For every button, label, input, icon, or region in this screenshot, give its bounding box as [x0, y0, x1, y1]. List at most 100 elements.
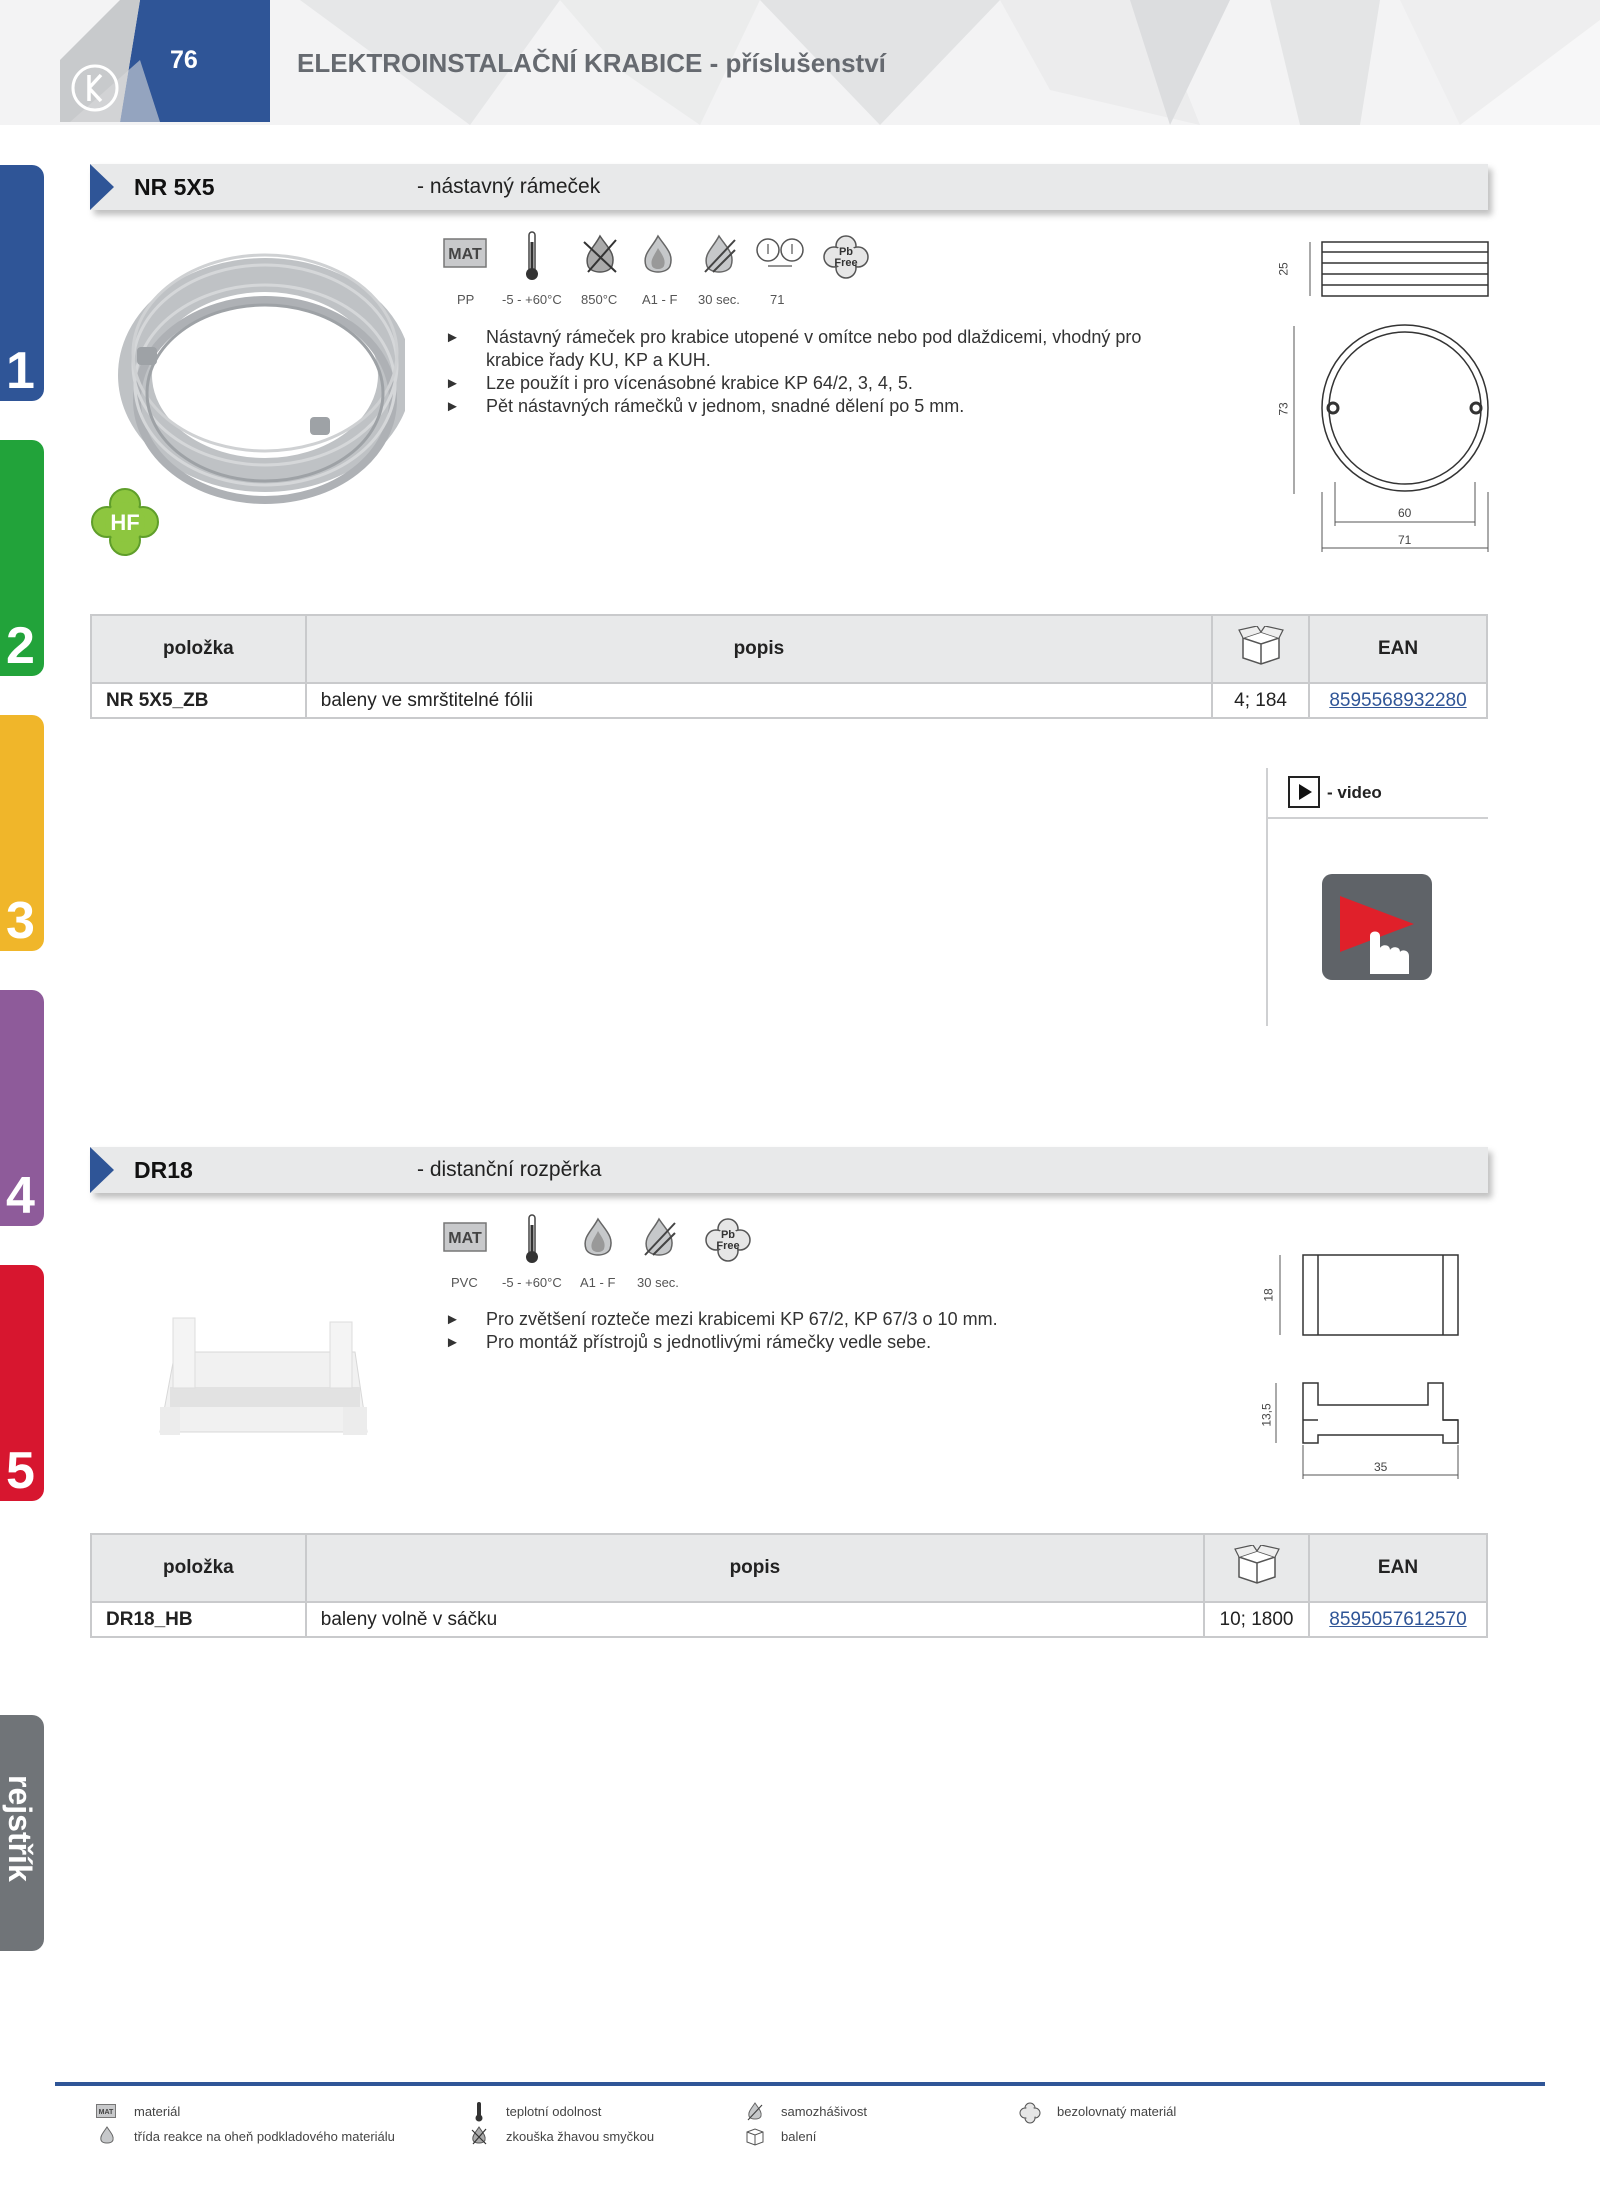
free-label: Free [716, 1240, 739, 1252]
item-code-cell: NR 5X5_ZB [90, 682, 307, 719]
side-tab-label: 4 [6, 1167, 35, 1225]
dimension-label: 13,5 [1259, 1403, 1274, 1427]
arrow-icon [90, 164, 114, 210]
material-icon: MAT [443, 1222, 487, 1252]
side-tab-5[interactable]: 5 [0, 1265, 44, 1501]
mat-label: MAT [99, 2109, 114, 2116]
brand-logo-icon [71, 64, 119, 112]
dimension-label: 73 [1276, 402, 1291, 416]
table-row: DR18_HB baleny volně v sáčku 10; 1800 85… [90, 1601, 1489, 1638]
ean-link[interactable]: 8595568932280 [1308, 682, 1488, 719]
icon-label-extinguish: 30 sec. [698, 292, 740, 307]
footer-divider [55, 2082, 1545, 2086]
material-icon: MAT [96, 2104, 116, 2118]
product-subtitle: - nástavný rámeček [417, 175, 601, 198]
side-tab-1[interactable]: 1 [0, 165, 44, 401]
legend-item: balení [781, 2129, 817, 2144]
glow-wire-icon [471, 2126, 487, 2145]
dimension-label: 25 [1276, 262, 1291, 276]
column-header-package [1203, 1533, 1310, 1603]
material-icon: MAT [443, 238, 487, 268]
self-extinguishing-icon [644, 1217, 676, 1256]
icon-label-extinguish: 30 sec. [637, 1275, 679, 1290]
side-tab-label: 2 [6, 617, 35, 675]
side-tab-3[interactable]: 3 [0, 715, 44, 951]
side-tab-4[interactable]: 4 [0, 990, 44, 1226]
self-extinguishing-icon [747, 2102, 763, 2121]
icon-label-fire-class: A1 - F [642, 292, 678, 307]
column-header-description: popis [304, 1533, 1206, 1603]
icon-label-fire-class: A1 - F [580, 1275, 616, 1290]
package-cell: 10; 1800 [1203, 1601, 1310, 1638]
page-number: 76 [170, 46, 198, 74]
product-code: NR 5X5 [134, 174, 215, 200]
legend-item: materiál [134, 2104, 181, 2119]
column-header-item: položka [90, 614, 307, 684]
icon-label-temperature: -5 - +60°C [502, 292, 562, 307]
legend-item: samozhášivost [781, 2104, 867, 2119]
column-header-description: popis [304, 614, 1214, 684]
icon-label-glow-wire: 850°C [581, 292, 618, 307]
mat-label: MAT [448, 246, 482, 263]
product-header-dr18: DR18 - distanční rozpěrka [90, 1147, 1488, 1193]
fire-reaction-icon [584, 1217, 612, 1256]
product-code: DR18 [134, 1157, 193, 1183]
lead-free-icon: Pb Free [823, 235, 869, 279]
description-cell: baleny volně v sáčku [304, 1601, 1206, 1638]
side-tab-label: 5 [6, 1442, 35, 1500]
legend-item: teplotní odolnost [506, 2104, 602, 2119]
mat-label: MAT [448, 1230, 482, 1247]
side-tab-label: 3 [6, 892, 35, 950]
icon-label-diameter: 71 [770, 292, 785, 307]
column-header-ean: EAN [1308, 614, 1488, 684]
package-box-icon [1233, 1544, 1280, 1584]
product-table-nr5x5: položka popis EAN NR 5X5_ZB baleny ve sm… [90, 614, 1488, 719]
fire-reaction-icon [100, 2126, 114, 2144]
column-header-item: položka [90, 1533, 307, 1603]
video-button-icon[interactable] [1322, 874, 1432, 980]
item-code-cell: DR18_HB [90, 1601, 307, 1638]
halogen-free-badge-icon: HF [91, 488, 159, 556]
column-header-ean: EAN [1307, 1533, 1489, 1603]
video-label[interactable]: - video [1327, 783, 1382, 803]
technical-drawing-nr5x5 [1293, 241, 1489, 552]
page-title: ELEKTROINSTALAČNÍ KRABICE - příslušenstv… [297, 48, 886, 78]
fire-reaction-icon [644, 234, 672, 273]
dimension-label: 35 [1374, 1460, 1388, 1474]
lead-free-icon [1019, 2102, 1041, 2124]
table-row: NR 5X5_ZB baleny ve smrštitelné fólii 4;… [90, 682, 1488, 719]
glow-wire-icon [583, 234, 617, 273]
ean-link[interactable]: 8595057612570 [1307, 1601, 1489, 1638]
lead-free-icon: Pb Free [705, 1218, 751, 1262]
dimension-label: 71 [1398, 533, 1412, 547]
side-tab-2[interactable]: 2 [0, 440, 44, 676]
diameter-icon [756, 238, 804, 267]
package-box-icon [746, 2128, 764, 2146]
badge-text: HF [110, 510, 139, 535]
video-divider-h [1266, 817, 1488, 819]
product-subtitle: - distanční rozpěrka [417, 1158, 602, 1181]
dimension-label: 60 [1398, 506, 1412, 520]
column-header-package [1211, 614, 1310, 684]
description-cell: baleny ve smrštitelné fólii [304, 682, 1214, 719]
technical-drawing-dr18 [1275, 1254, 1459, 1479]
self-extinguishing-icon [704, 234, 736, 273]
video-divider [1266, 768, 1268, 1026]
product-image-spacer [159, 1317, 368, 1435]
package-cell: 4; 184 [1211, 682, 1310, 719]
free-label: Free [834, 257, 857, 269]
product-header-nr5x5: NR 5X5 - nástavný rámeček [90, 164, 1488, 210]
legend-item: zkouška žhavou smyčkou [506, 2129, 655, 2144]
dimension-label: 18 [1261, 1288, 1276, 1302]
product-table-dr18: položka popis EAN DR18_HB baleny volně v… [90, 1533, 1489, 1638]
package-box-icon [1237, 625, 1284, 665]
side-tab-index[interactable]: rejstřík [0, 1715, 44, 1951]
thermometer-icon [475, 2102, 483, 2122]
icon-label-material: PP [457, 292, 475, 307]
side-tab-label: 1 [6, 342, 35, 400]
thermometer-icon [526, 1214, 538, 1263]
legend-item: bezolovnatý materiál [1057, 2104, 1177, 2119]
play-icon[interactable] [1288, 776, 1320, 808]
arrow-icon [90, 1147, 114, 1193]
legend-item: třída reakce na oheň podkladového materi… [134, 2129, 395, 2144]
